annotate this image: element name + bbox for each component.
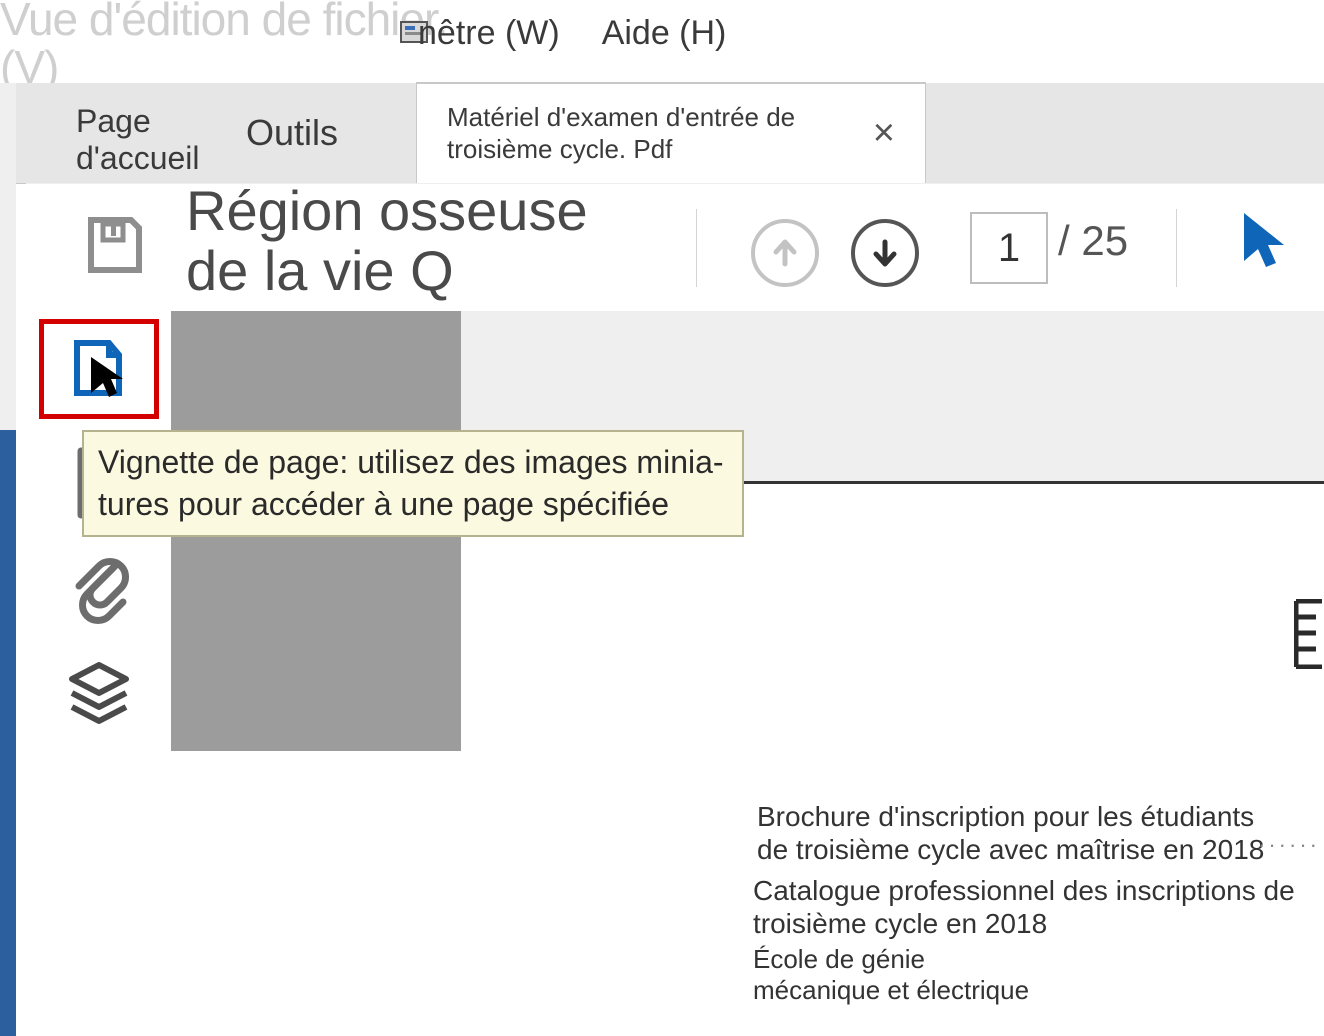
doc-line-2: Catalogue professionnel des inscriptions…: [753, 874, 1323, 940]
document-page: Brochure d'inscription pour les étudiant…: [461, 481, 1324, 1036]
document-viewport[interactable]: Brochure d'inscription pour les étudiant…: [461, 311, 1324, 1036]
tab-document-title: Matériel d'examen d'entrée de troisième …: [447, 102, 827, 164]
left-margin-top: [0, 83, 16, 430]
doc-line-1: Brochure d'inscription pour les étudiant…: [757, 800, 1277, 866]
page-total-label: / 25: [1058, 217, 1128, 265]
page-thumbnails-button[interactable]: [39, 319, 159, 419]
menu-help[interactable]: Aide (H): [602, 14, 727, 53]
toolbar: Région osseuse de la vie Q / 25: [26, 183, 1324, 313]
side-rail: [26, 311, 172, 1036]
layers-button[interactable]: [39, 649, 159, 739]
left-margin-edge: [0, 430, 16, 1036]
toolbar-separator: [1176, 209, 1177, 287]
tabs-strip: Page d'accueil Outils Matériel d'examen …: [16, 83, 1324, 184]
close-tab-icon[interactable]: ×: [873, 111, 895, 157]
tab-tools[interactable]: Outils: [246, 93, 338, 173]
selection-tool-icon[interactable]: [1236, 209, 1292, 281]
menu-window[interactable]: nêtre (W): [418, 14, 560, 53]
save-icon[interactable]: [81, 212, 149, 280]
document-heading: Région osseuse de la vie Q: [186, 181, 656, 301]
ellipsis-1: ······: [1258, 832, 1320, 858]
right-ruler-marker: [1294, 599, 1324, 669]
toolbar-separator: [696, 209, 697, 287]
tab-home[interactable]: Page d'accueil: [76, 93, 200, 183]
attachments-button[interactable]: [39, 549, 159, 629]
page-number-input[interactable]: [970, 212, 1048, 284]
tab-document[interactable]: Matériel d'examen d'entrée de troisième …: [416, 83, 926, 183]
thumbnail-panel[interactable]: [171, 311, 461, 1036]
doc-line-3: École de génie mécanique et électrique: [753, 944, 1053, 1005]
page-down-icon[interactable]: [851, 219, 919, 287]
thumbnail-preview[interactable]: [171, 751, 461, 1036]
menu-bar: Vue d'édition de fichier. (V) nêtre (W) …: [0, 0, 1324, 84]
thumbnail-tooltip: Vignette de page: utilisez des images mi…: [82, 430, 744, 537]
menu-edit-view[interactable]: Vue d'édition de fichier. (V): [0, 0, 448, 92]
page-up-icon[interactable]: [751, 219, 819, 287]
